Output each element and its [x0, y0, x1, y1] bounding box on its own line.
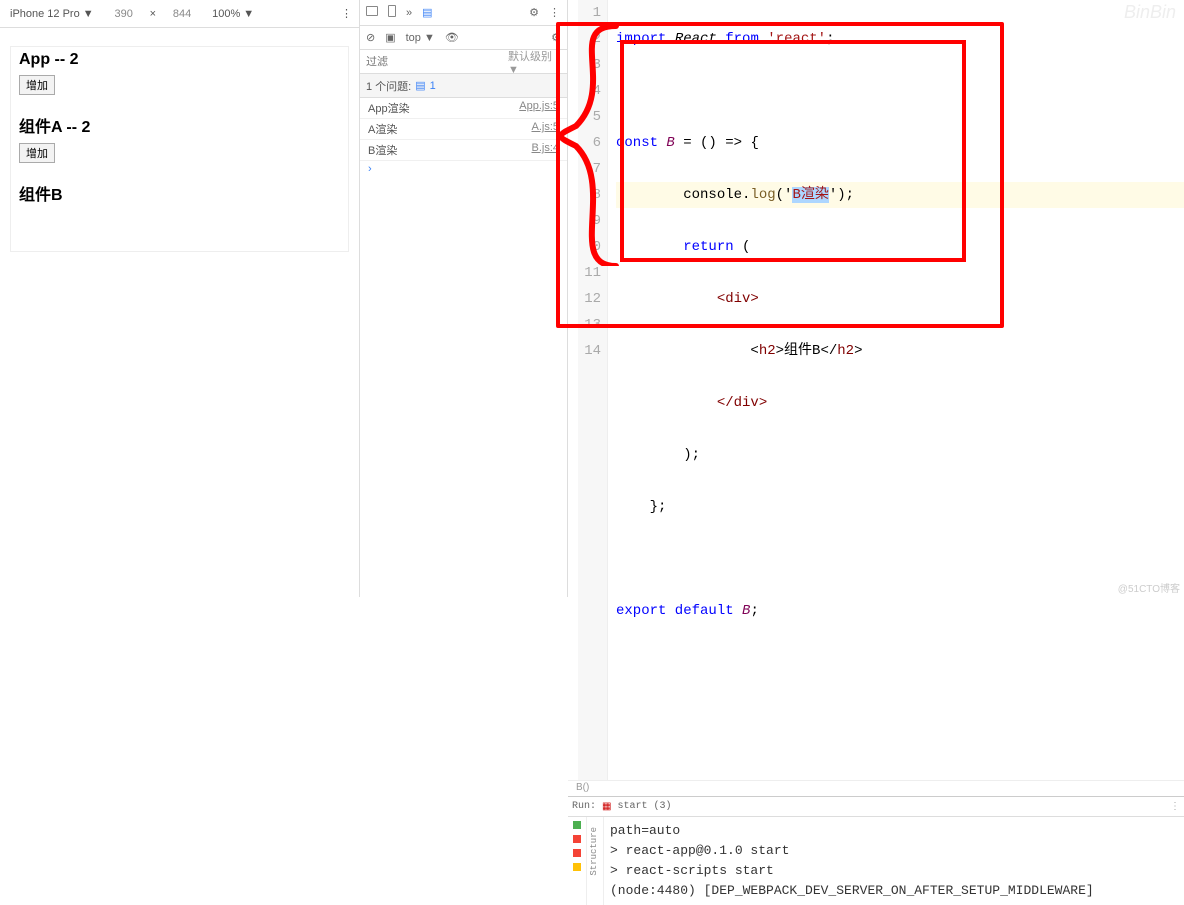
console-filter-row: 默认级别 ▼ — [360, 50, 567, 74]
issues-label: 1 个问题: — [366, 78, 411, 94]
app-add-button[interactable]: 增加 — [19, 75, 55, 95]
live-expr-icon[interactable]: 👁 — [445, 31, 459, 44]
component-b-title: 组件B — [19, 181, 340, 205]
run-output[interactable]: path=auto > react-app@0.1.0 start > reac… — [604, 817, 1184, 905]
settings-gear-icon[interactable]: ⚙ — [529, 6, 539, 19]
device-toolbar: iPhone 12 Pro ▼ 390 × 844 100% ▼ ⋮ — [0, 0, 359, 28]
run-tab[interactable]: start (3) — [617, 801, 671, 812]
run-line: (node:4480) [DEP_WEBPACK_DEV_SERVER_ON_A… — [610, 881, 1178, 901]
device-menu-icon[interactable]: ⋮ — [341, 7, 353, 20]
app-title: App -- 2 — [19, 51, 340, 69]
component-a-add-button[interactable]: 增加 — [19, 143, 55, 163]
devtools-tabbar: » ▤ ⚙ ⋮ — [360, 0, 567, 26]
line-gutter: 1 2 3 4 5 6 7 8 9 0 11 12 13 14 — [578, 0, 608, 780]
console-toolbar: ⊘ ▣ top ▼ 👁 ⚙ — [360, 26, 567, 50]
device-height[interactable]: 844 — [162, 8, 202, 20]
issues-chat-icon: ▤ — [415, 79, 425, 92]
run-tabbar: Run: ▦ start (3) ⋮ — [568, 797, 1184, 817]
run-side-icons — [568, 817, 586, 905]
devtools-pane: » ▤ ⚙ ⋮ ⊘ ▣ top ▼ 👁 ⚙ 默认级别 ▼ 1 个问题: ▤ 1 … — [360, 0, 568, 597]
more-tabs-icon[interactable]: » — [406, 7, 412, 19]
ide-pane: 1 2 3 4 5 6 7 8 9 0 11 12 13 14 import R… — [568, 0, 1184, 597]
code-area[interactable]: import React from 'react'; const B = () … — [608, 0, 1184, 780]
console-filter-input[interactable] — [366, 56, 508, 68]
device-select[interactable]: iPhone 12 Pro ▼ — [6, 6, 98, 22]
log-source-link[interactable]: B.js:4 — [531, 142, 559, 158]
code-editor[interactable]: 1 2 3 4 5 6 7 8 9 0 11 12 13 14 import R… — [568, 0, 1184, 796]
watermark-bottom: @51CTO博客 — [1118, 580, 1180, 595]
dim-separator: × — [150, 8, 156, 20]
preview-body: App -- 2 增加 组件A -- 2 增加 组件B — [0, 28, 359, 597]
log-entry[interactable]: B渲染 B.js:4 — [360, 140, 567, 161]
console-prompt[interactable]: › — [360, 161, 567, 177]
inspect-icon[interactable] — [366, 6, 378, 19]
stop-icon[interactable] — [573, 835, 581, 843]
chat-icon[interactable]: ▤ — [422, 6, 432, 19]
log-entry[interactable]: App渲染 App.js:5 — [360, 98, 567, 119]
console-sidebar-icon[interactable]: ▣ — [385, 31, 395, 44]
rerun-icon[interactable] — [573, 821, 581, 829]
editor-breadcrumb[interactable]: B() — [568, 780, 1184, 796]
device-mode-icon[interactable] — [388, 5, 396, 20]
pause-icon[interactable] — [573, 863, 581, 871]
log-entry[interactable]: A渲染 A.js:5 — [360, 119, 567, 140]
structure-tab[interactable]: Structure — [587, 817, 601, 886]
log-source-link[interactable]: App.js:5 — [519, 100, 559, 116]
log-source-link[interactable]: A.js:5 — [531, 121, 559, 137]
stop-all-icon[interactable] — [573, 849, 581, 857]
run-panel: Run: ▦ start (3) ⋮ Structure path=auto >… — [568, 796, 1184, 905]
context-select[interactable]: top ▼ — [406, 32, 435, 44]
issues-count: 1 — [430, 80, 436, 92]
zoom-select[interactable]: 100% ▼ — [208, 6, 258, 22]
log-level-select[interactable]: 默认级别 ▼ — [508, 48, 561, 76]
component-a-title: 组件A -- 2 — [19, 113, 340, 137]
device-width[interactable]: 390 — [104, 8, 144, 20]
console-settings-icon[interactable]: ⚙ — [551, 31, 561, 44]
clear-console-icon[interactable]: ⊘ — [366, 31, 375, 44]
preview-pane: iPhone 12 Pro ▼ 390 × 844 100% ▼ ⋮ App -… — [0, 0, 360, 597]
log-msg: B渲染 — [368, 142, 397, 158]
log-msg: App渲染 — [368, 100, 410, 116]
issues-bar[interactable]: 1 个问题: ▤ 1 — [360, 74, 567, 98]
log-msg: A渲染 — [368, 121, 397, 137]
devtools-menu-icon[interactable]: ⋮ — [549, 6, 561, 19]
watermark-top: BinBin — [1124, 2, 1176, 23]
run-line: > react-scripts start — [610, 861, 1178, 881]
run-line: path=auto — [610, 821, 1178, 841]
run-label: Run: — [572, 801, 596, 812]
run-line: > react-app@0.1.0 start — [610, 841, 1178, 861]
